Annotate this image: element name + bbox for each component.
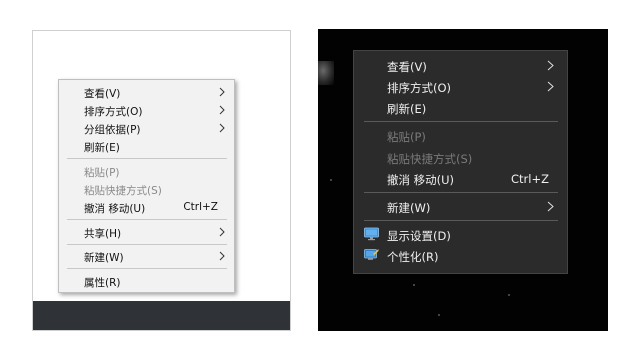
menu-item-label: 新建(W) bbox=[84, 252, 124, 264]
menu-item-shortcut: Ctrl+Z bbox=[511, 172, 549, 186]
menu-item-refresh[interactable]: 刷新(E) bbox=[354, 97, 567, 118]
wallpaper-speck bbox=[330, 179, 332, 181]
menu-item-label: 粘贴快捷方式(S) bbox=[387, 152, 473, 166]
desktop-light: 查看(V) 排序方式(O) 分组依据(P) 刷新(E) 粘贴(P) 粘贴快捷方式… bbox=[32, 30, 291, 331]
menu-item-sort-by[interactable]: 排序方式(O) bbox=[354, 76, 567, 97]
menu-item-paste[interactable]: 粘贴(P) bbox=[354, 125, 567, 146]
chevron-right-icon bbox=[547, 81, 554, 92]
menu-item-label: 排序方式(O) bbox=[387, 81, 452, 95]
desktop-dark: 查看(V) 排序方式(O) 刷新(E) 粘贴(P) 粘贴快捷方式(S) 撤消 移… bbox=[318, 29, 608, 331]
menu-item-group-by[interactable]: 分组依据(P) bbox=[59, 119, 234, 137]
menu-item-properties[interactable]: 属性(R) bbox=[59, 272, 234, 290]
chevron-right-icon bbox=[547, 201, 554, 212]
wallpaper-glare bbox=[318, 61, 334, 85]
chevron-right-icon bbox=[219, 105, 225, 115]
menu-item-undo-move[interactable]: 撤消 移动(U) Ctrl+Z bbox=[59, 198, 234, 216]
menu-item-view[interactable]: 查看(V) bbox=[59, 83, 234, 101]
menu-item-label: 粘贴(P) bbox=[84, 167, 120, 179]
menu-item-label: 撤消 移动(U) bbox=[387, 173, 455, 187]
taskbar[interactable] bbox=[33, 301, 290, 330]
chevron-right-icon bbox=[219, 87, 225, 97]
personalize-icon bbox=[364, 249, 379, 260]
menu-item-label: 新建(W) bbox=[387, 201, 431, 215]
menu-item-undo-move[interactable]: 撤消 移动(U) Ctrl+Z bbox=[354, 168, 567, 189]
wallpaper-speck bbox=[508, 294, 510, 296]
menu-separator bbox=[67, 219, 227, 220]
menu-item-label: 分组依据(P) bbox=[84, 124, 141, 136]
menu-item-refresh[interactable]: 刷新(E) bbox=[59, 137, 234, 155]
wallpaper-speck bbox=[413, 284, 415, 286]
menu-item-new[interactable]: 新建(W) bbox=[354, 196, 567, 217]
menu-separator bbox=[364, 121, 558, 122]
menu-separator bbox=[364, 192, 558, 193]
menu-item-label: 粘贴(P) bbox=[387, 130, 426, 144]
menu-item-paste-shortcut[interactable]: 粘贴快捷方式(S) bbox=[59, 180, 234, 198]
menu-item-sort-by[interactable]: 排序方式(O) bbox=[59, 101, 234, 119]
menu-item-label: 刷新(E) bbox=[387, 102, 427, 116]
menu-item-label: 共享(H) bbox=[84, 228, 122, 240]
menu-item-label: 属性(R) bbox=[84, 277, 121, 289]
menu-item-personalize[interactable]: 个性化(R) bbox=[354, 245, 567, 266]
chevron-right-icon bbox=[219, 123, 225, 133]
menu-item-label: 粘贴快捷方式(S) bbox=[84, 185, 162, 197]
menu-separator bbox=[67, 158, 227, 159]
menu-item-label: 个性化(R) bbox=[387, 250, 439, 264]
menu-separator bbox=[67, 268, 227, 269]
menu-item-label: 刷新(E) bbox=[84, 142, 120, 154]
chevron-right-icon bbox=[219, 251, 225, 261]
menu-item-view[interactable]: 查看(V) bbox=[354, 55, 567, 76]
menu-item-label: 查看(V) bbox=[387, 60, 427, 74]
menu-item-shortcut: Ctrl+Z bbox=[183, 201, 218, 213]
menu-item-label: 撤消 移动(U) bbox=[84, 203, 146, 215]
menu-separator bbox=[364, 220, 558, 221]
menu-separator bbox=[67, 244, 227, 245]
menu-item-share[interactable]: 共享(H) bbox=[59, 223, 234, 241]
menu-item-label: 排序方式(O) bbox=[84, 106, 143, 118]
menu-item-label: 查看(V) bbox=[84, 88, 121, 100]
menu-item-paste-shortcut[interactable]: 粘贴快捷方式(S) bbox=[354, 147, 567, 168]
chevron-right-icon bbox=[547, 60, 554, 71]
menu-item-new[interactable]: 新建(W) bbox=[59, 247, 234, 265]
chevron-right-icon bbox=[219, 227, 225, 237]
wallpaper-speck bbox=[438, 314, 440, 316]
display-settings-icon bbox=[364, 227, 379, 241]
context-menu-light: 查看(V) 排序方式(O) 分组依据(P) 刷新(E) 粘贴(P) 粘贴快捷方式… bbox=[58, 79, 235, 293]
menu-item-label: 显示设置(D) bbox=[387, 229, 451, 243]
context-menu-dark: 查看(V) 排序方式(O) 刷新(E) 粘贴(P) 粘贴快捷方式(S) 撤消 移… bbox=[353, 50, 568, 274]
menu-item-display-settings[interactable]: 显示设置(D) bbox=[354, 224, 567, 245]
menu-item-paste[interactable]: 粘贴(P) bbox=[59, 162, 234, 180]
